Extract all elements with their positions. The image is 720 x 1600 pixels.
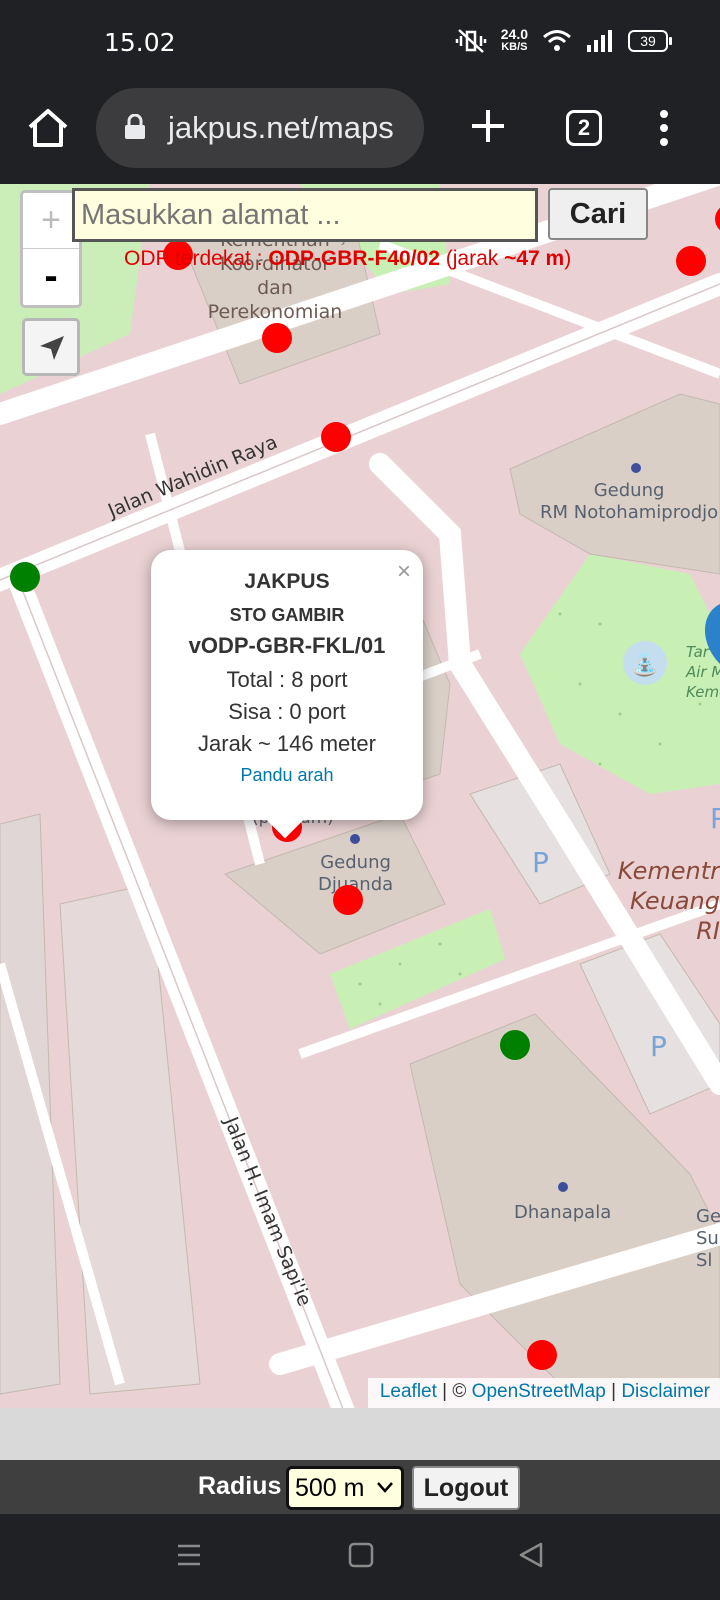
nearest-odp-distance-close: ) — [564, 247, 572, 270]
popup-remaining-ports: Sisa : 0 port — [228, 699, 346, 724]
nearest-odp-distance: ~47 m — [504, 247, 565, 270]
odp-marker[interactable] — [321, 422, 351, 452]
attribution-separator: | © — [436, 1381, 472, 1402]
address-bar[interactable]: jakpus.net/maps — [96, 88, 424, 168]
wifi-icon — [543, 30, 571, 51]
street-imam-sapiie: Jalan H. Imam Sapi'ie — [219, 1114, 316, 1310]
odp-marker[interactable] — [527, 1340, 557, 1370]
bottom-controls: Radius 500 m Logout — [0, 1460, 720, 1514]
radius-label: Radius — [198, 1472, 282, 1500]
leaflet-link[interactable]: Leaflet — [380, 1381, 437, 1402]
home-nav-icon[interactable] — [348, 1542, 374, 1568]
label-kemenkeu: Kementr Keuang RI — [617, 857, 720, 945]
disclaimer-link[interactable]: Disclaimer — [621, 1381, 710, 1402]
label-kemenko: KementrianKoordinatordanPerekonomian — [207, 229, 343, 323]
url-text: jakpus.net/maps — [168, 110, 394, 145]
nearest-odp-distance-open: (jarak — [439, 247, 505, 270]
clock: 15.02 — [104, 28, 176, 57]
odp-marker[interactable] — [262, 323, 292, 353]
nearest-odp-name: ODP-GBR-F40/02 — [268, 247, 440, 270]
label-ge: Ge Su Sl — [696, 1206, 720, 1271]
home-icon[interactable] — [26, 106, 70, 150]
more-menu-icon[interactable] — [652, 106, 676, 150]
popup-distance: Jarak ~ 146 meter — [198, 731, 376, 756]
parking-label: P — [532, 846, 549, 879]
odp-marker[interactable] — [333, 885, 363, 915]
label-gedung-rm: Gedung RM Notohamiprodjo — [540, 480, 719, 523]
zoom-in-button[interactable]: + — [23, 193, 79, 249]
openstreetmap-link[interactable]: OpenStreetMap — [472, 1381, 606, 1402]
attribution-separator: | — [605, 1381, 622, 1402]
popup-directions-link[interactable]: Pandu arah — [151, 765, 423, 786]
radius-select[interactable]: 500 m — [286, 1466, 404, 1510]
net-speed-unit: KB/S — [501, 41, 528, 53]
system-nav-bar — [0, 1514, 720, 1600]
footer-spacer — [0, 1408, 720, 1460]
zoom-out-button[interactable]: - — [23, 251, 79, 305]
lock-icon — [125, 114, 145, 139]
browser-toolbar: jakpus.net/maps 2 — [0, 88, 720, 184]
street-wahidin: Jalan Wahidin Raya — [105, 431, 281, 523]
radius-value: 500 m — [295, 1474, 365, 1502]
nearest-odp-prefix: ODP terdekat : — [124, 247, 269, 270]
status-bar: 15.02 24.0 KB/S 39 — [0, 0, 720, 88]
popup-region: JAKPUS — [244, 570, 330, 593]
popup-odp-name: vODP-GBR-FKL/01 — [188, 633, 386, 658]
odp-marker-available[interactable] — [500, 1030, 530, 1060]
logout-button[interactable]: Logout — [412, 1466, 520, 1510]
signal-icon — [587, 30, 612, 52]
mute-vibrate-icon — [455, 29, 486, 53]
popup-total-ports: Total : 8 port — [226, 667, 348, 692]
address-search-input[interactable] — [72, 188, 538, 242]
parking-label: P — [710, 802, 720, 835]
popup-sto: STO GAMBIR — [229, 605, 345, 625]
status-icons: 24.0 KB/S 39 — [455, 26, 672, 54]
net-speed: 24.0 KB/S — [500, 26, 528, 54]
odp-popup: × JAKPUS STO GAMBIR vODP-GBR-FKL/01 Tota… — [151, 550, 423, 820]
back-icon[interactable] — [518, 1542, 544, 1568]
parking-label: P — [650, 1030, 667, 1063]
chevron-down-icon — [377, 1482, 393, 1493]
net-speed-value: 24.0 — [500, 26, 528, 42]
recent-apps-icon[interactable] — [176, 1542, 202, 1568]
tab-switcher-button[interactable]: 2 — [566, 110, 602, 146]
battery-icon: 39 — [628, 30, 672, 52]
search-button[interactable]: Cari — [548, 188, 648, 240]
nearest-odp-info: ODP terdekat : ODP-GBR-F40/02 (jarak ~47… — [124, 247, 571, 271]
map-attribution: Leaflet | © OpenStreetMap | Disclaimer — [367, 1378, 720, 1408]
label-taman: TarAir MKeme — [686, 643, 720, 701]
new-tab-icon[interactable] — [468, 106, 508, 146]
locate-button[interactable] — [22, 318, 80, 376]
label-dhanapala: Dhanapala — [514, 1202, 612, 1223]
odp-marker[interactable] — [676, 246, 706, 276]
odp-marker-available[interactable] — [10, 562, 40, 592]
map-view[interactable]: ⛲ KementrianKoordinatordanPerekonomian O… — [0, 184, 720, 1408]
navigation-arrow-icon — [40, 336, 64, 360]
